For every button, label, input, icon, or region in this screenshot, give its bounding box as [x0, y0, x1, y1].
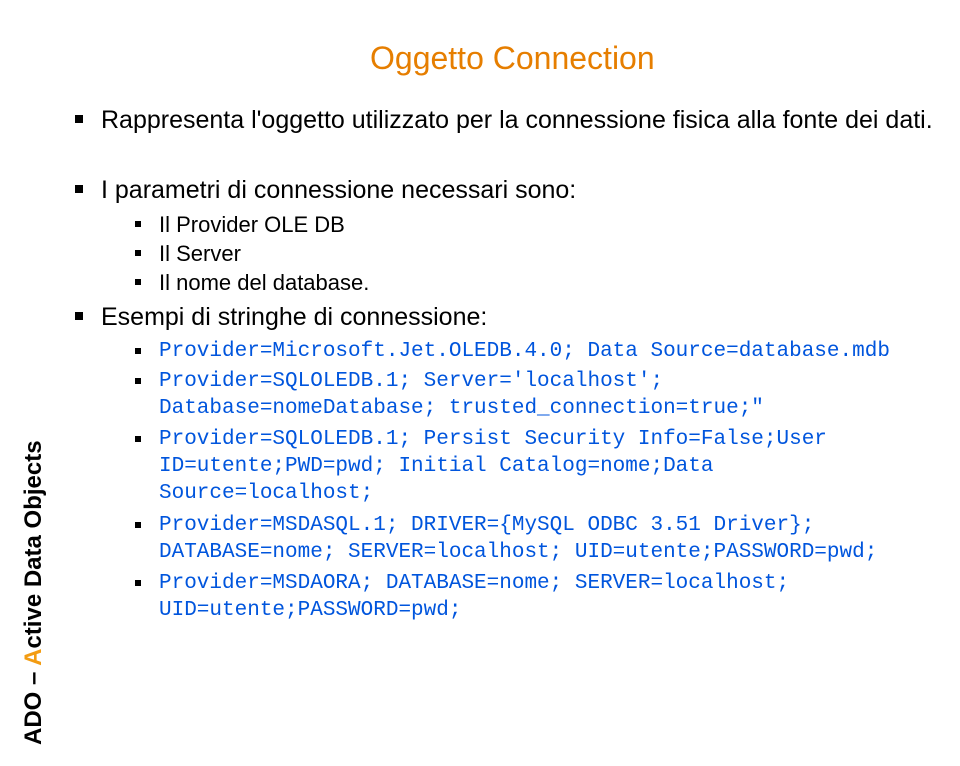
code-5-line1: Provider=MSDAORA; DATABASE=nome; SERVER=… [159, 571, 789, 598]
sub-2-text: Il Server [159, 241, 241, 267]
bullet-icon [135, 221, 141, 227]
bullet-icon [135, 279, 141, 285]
sub-1-text: Il Provider OLE DB [159, 212, 345, 238]
code-2-line1: Provider=SQLOLEDB.1; Server='localhost'; [159, 369, 663, 396]
code-example-4: Provider=MSDASQL.1; DRIVER={MySQL ODBC 3… [135, 513, 935, 567]
bullet-3-text: Esempi di stringhe di connessione: [101, 302, 487, 333]
code-2-line2: Database=nomeDatabase; trusted_connectio… [135, 397, 764, 420]
bullet-icon [135, 378, 141, 384]
bullet-icon [75, 115, 83, 123]
sub-3: Il nome del database. [135, 270, 369, 296]
bullet-1: Rappresenta l'oggetto utilizzato per la … [75, 105, 935, 136]
page-title: Oggetto Connection [370, 40, 655, 77]
code-example-3: Provider=SQLOLEDB.1; Persist Security In… [135, 427, 935, 508]
bullet-1-text: Rappresenta l'oggetto utilizzato per la … [101, 105, 933, 136]
code-example-5: Provider=MSDAORA; DATABASE=nome; SERVER=… [135, 571, 935, 625]
sidebar-label: ADO – Active Data Objects [20, 440, 48, 745]
bullet-icon [135, 436, 141, 442]
bullet-icon [135, 522, 141, 528]
bullet-2: I parametri di connessione necessari son… [75, 175, 935, 206]
bullet-icon [135, 580, 141, 586]
code-5-line2: UID=utente;PASSWORD=pwd; [135, 599, 461, 622]
code-1-line: Provider=Microsoft.Jet.OLEDB.4.0; Data S… [159, 339, 890, 366]
code-4-line2: DATABASE=nome; SERVER=localhost; UID=ute… [135, 541, 877, 564]
code-3-line1: Provider=SQLOLEDB.1; Persist Security In… [159, 427, 827, 454]
bullet-2-text: I parametri di connessione necessari son… [101, 175, 576, 206]
bullet-icon [75, 312, 83, 320]
sidebar-rest: ctive Data Objects [20, 440, 47, 648]
sub-3-text: Il nome del database. [159, 270, 369, 296]
code-example-1: Provider=Microsoft.Jet.OLEDB.4.0; Data S… [135, 339, 935, 366]
sub-2: Il Server [135, 241, 241, 267]
code-4-line1: Provider=MSDASQL.1; DRIVER={MySQL ODBC 3… [159, 513, 814, 540]
sub-1: Il Provider OLE DB [135, 212, 345, 238]
bullet-icon [75, 185, 83, 193]
sidebar-prefix: ADO – [20, 666, 47, 745]
sidebar-highlight: A [20, 649, 47, 666]
code-3-line3: Source=localhost; [135, 482, 373, 505]
code-3-line2: ID=utente;PWD=pwd; Initial Catalog=nome;… [135, 455, 714, 478]
bullet-icon [135, 348, 141, 354]
bullet-3: Esempi di stringhe di connessione: [75, 302, 935, 333]
code-example-2: Provider=SQLOLEDB.1; Server='localhost';… [135, 369, 935, 423]
bullet-icon [135, 250, 141, 256]
